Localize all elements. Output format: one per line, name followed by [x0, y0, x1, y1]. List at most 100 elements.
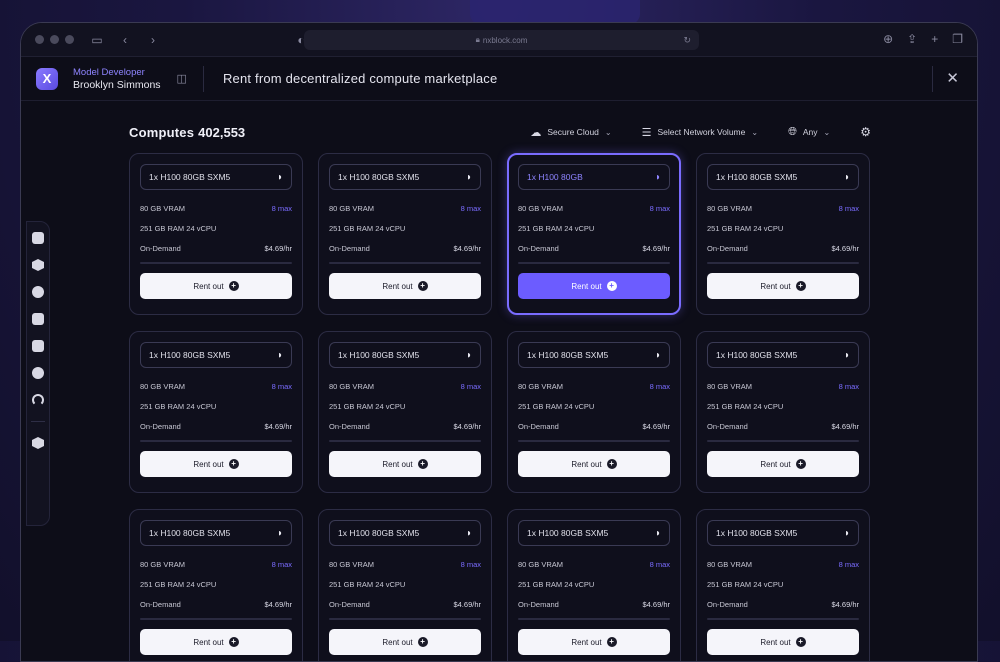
gpu-select[interactable]: 1x H100 80GB SXM5 ◗	[518, 342, 670, 368]
price-value: $4.69/hr	[642, 422, 670, 431]
compute-card[interactable]: 1x H100 80GB SXM5 ◗ 80 GB VRAM 8 max 251…	[129, 153, 303, 315]
share-icon[interactable]: ⇪	[907, 32, 917, 46]
book-icon[interactable]	[32, 313, 44, 325]
plan-label: On-Demand	[707, 244, 748, 253]
page-title: Rent from decentralized compute marketpl…	[222, 71, 498, 86]
rent-out-button[interactable]: Rent out +	[518, 451, 670, 477]
price-row: On-Demand $4.69/hr	[140, 422, 292, 431]
ram-row: 251 GB RAM 24 vCPU	[329, 224, 481, 233]
rent-out-label: Rent out	[193, 459, 224, 469]
rent-out-label: Rent out	[760, 459, 791, 469]
divider-bar	[707, 262, 859, 264]
vram-value: 80 GB VRAM	[707, 382, 753, 391]
document-icon[interactable]	[32, 340, 44, 352]
rent-out-button[interactable]: Rent out +	[707, 451, 859, 477]
address-bar[interactable]: 🔒︎ nxblock.com ↻	[304, 30, 699, 50]
compute-card[interactable]: 1x H100 80GB SXM5 ◗ 80 GB VRAM 8 max 251…	[318, 509, 492, 661]
gpu-select[interactable]: 1x H100 80GB SXM5 ◗	[329, 164, 481, 190]
gpu-select[interactable]: 1x H100 80GB SXM5 ◗	[140, 342, 292, 368]
play-icon[interactable]	[32, 232, 44, 244]
close-dot[interactable]	[35, 35, 44, 44]
rent-out-button[interactable]: Rent out +	[140, 629, 292, 655]
compute-card[interactable]: 1x H100 80GB SXM5 ◗ 80 GB VRAM 8 max 251…	[696, 331, 870, 493]
divider-bar	[329, 618, 481, 620]
max-count: 8 max	[460, 204, 481, 213]
price-row: On-Demand $4.69/hr	[518, 600, 670, 609]
maximize-dot[interactable]	[65, 35, 74, 44]
compute-card[interactable]: 1x H100 80GB SXM5 ◗ 80 GB VRAM 8 max 251…	[318, 153, 492, 315]
tabs-icon[interactable]: ❐	[952, 32, 963, 46]
forward-icon[interactable]: ›	[146, 33, 160, 47]
price-row: On-Demand $4.69/hr	[140, 244, 292, 253]
price-row: On-Demand $4.69/hr	[707, 600, 859, 609]
sliders-icon[interactable]: ⚙	[860, 125, 871, 139]
headset-icon[interactable]	[32, 394, 44, 406]
rent-out-button[interactable]: Rent out +	[329, 273, 481, 299]
gpu-select[interactable]: 1x H100 80GB SXM5 ◗	[140, 520, 292, 546]
gpu-select[interactable]: 1x H100 80GB SXM5 ◗	[707, 342, 859, 368]
rent-out-button[interactable]: Rent out +	[707, 629, 859, 655]
download-icon[interactable]: ⊕	[883, 32, 893, 46]
gpu-select[interactable]: 1x H100 80GB SXM5 ◗	[329, 520, 481, 546]
ram-value: 251 GB RAM 24 vCPU	[329, 224, 406, 233]
plus-icon: +	[417, 459, 428, 469]
compute-card[interactable]: 1x H100 80GB SXM5 ◗ 80 GB VRAM 8 max 251…	[129, 331, 303, 493]
window-controls[interactable]	[35, 35, 74, 44]
ram-value: 251 GB RAM 24 vCPU	[329, 580, 406, 589]
rent-out-button[interactable]: Rent out +	[140, 273, 292, 299]
cube-icon[interactable]	[32, 259, 44, 271]
vram-value: 80 GB VRAM	[329, 560, 375, 569]
back-icon[interactable]: ‹	[118, 33, 132, 47]
max-count: 8 max	[649, 204, 670, 213]
network-volume-filter[interactable]: ☰ Select Network Volume ⌄	[642, 126, 758, 139]
vram-row: 80 GB VRAM 8 max	[707, 204, 859, 213]
rent-out-button[interactable]: Rent out +	[329, 629, 481, 655]
rent-out-label: Rent out	[193, 637, 224, 647]
sidebar-icon[interactable]: ▭	[90, 33, 104, 47]
gpu-select[interactable]: 1x H100 80GB SXM5 ◗	[329, 342, 481, 368]
price-row: On-Demand $4.69/hr	[518, 422, 670, 431]
new-tab-icon[interactable]: +	[931, 32, 938, 46]
price-value: $4.69/hr	[264, 422, 292, 431]
settings-icon[interactable]	[32, 437, 44, 449]
ram-row: 251 GB RAM 24 vCPU	[707, 402, 859, 411]
compute-card[interactable]: 1x H100 80GB ◗ 80 GB VRAM 8 max 251 GB R…	[507, 153, 681, 315]
plus-icon: +	[228, 281, 239, 291]
user-info: Model Developer Brooklyn Simmons	[73, 66, 161, 92]
database-icon[interactable]	[32, 286, 44, 298]
vram-value: 80 GB VRAM	[140, 204, 186, 213]
plus-icon: +	[606, 459, 617, 469]
divider-bar	[518, 440, 670, 442]
gpu-select[interactable]: 1x H100 80GB ◗	[518, 164, 670, 190]
compute-card[interactable]: 1x H100 80GB SXM5 ◗ 80 GB VRAM 8 max 251…	[318, 331, 492, 493]
compute-card[interactable]: 1x H100 80GB SXM5 ◗ 80 GB VRAM 8 max 251…	[507, 331, 681, 493]
rent-out-button[interactable]: Rent out +	[707, 273, 859, 299]
rent-out-button[interactable]: Rent out +	[140, 451, 292, 477]
gpu-select[interactable]: 1x H100 80GB SXM5 ◗	[707, 520, 859, 546]
chevron-down-icon: ⌄	[751, 127, 759, 137]
ram-row: 251 GB RAM 24 vCPU	[707, 224, 859, 233]
gpu-select[interactable]: 1x H100 80GB SXM5 ◗	[518, 520, 670, 546]
plan-label: On-Demand	[707, 600, 748, 609]
compute-grid: 1x H100 80GB SXM5 ◗ 80 GB VRAM 8 max 251…	[129, 153, 871, 661]
plan-label: On-Demand	[518, 600, 559, 609]
book-icon[interactable]: ◫	[177, 72, 187, 85]
compute-card[interactable]: 1x H100 80GB SXM5 ◗ 80 GB VRAM 8 max 251…	[129, 509, 303, 661]
secure-cloud-filter[interactable]: ☁ Secure Cloud ⌄	[530, 126, 611, 139]
rent-out-button[interactable]: Rent out +	[329, 451, 481, 477]
gpu-select[interactable]: 1x H100 80GB SXM5 ◗	[140, 164, 292, 190]
gpu-select[interactable]: 1x H100 80GB SXM5 ◗	[707, 164, 859, 190]
compute-card[interactable]: 1x H100 80GB SXM5 ◗ 80 GB VRAM 8 max 251…	[507, 509, 681, 661]
reload-icon[interactable]: ↻	[683, 35, 691, 46]
close-button[interactable]: ✕	[946, 69, 959, 87]
rent-out-button[interactable]: Rent out +	[518, 273, 670, 299]
compute-card[interactable]: 1x H100 80GB SXM5 ◗ 80 GB VRAM 8 max 251…	[696, 153, 870, 315]
rent-out-button[interactable]: Rent out +	[518, 629, 670, 655]
plan-label: On-Demand	[329, 422, 370, 431]
minimize-dot[interactable]	[50, 35, 59, 44]
compute-card[interactable]: 1x H100 80GB SXM5 ◗ 80 GB VRAM 8 max 251…	[696, 509, 870, 661]
max-count: 8 max	[838, 204, 859, 213]
vram-row: 80 GB VRAM 8 max	[329, 382, 481, 391]
region-filter[interactable]: 🌐︎ Any ⌄	[788, 126, 830, 139]
chat-icon[interactable]	[32, 367, 44, 379]
